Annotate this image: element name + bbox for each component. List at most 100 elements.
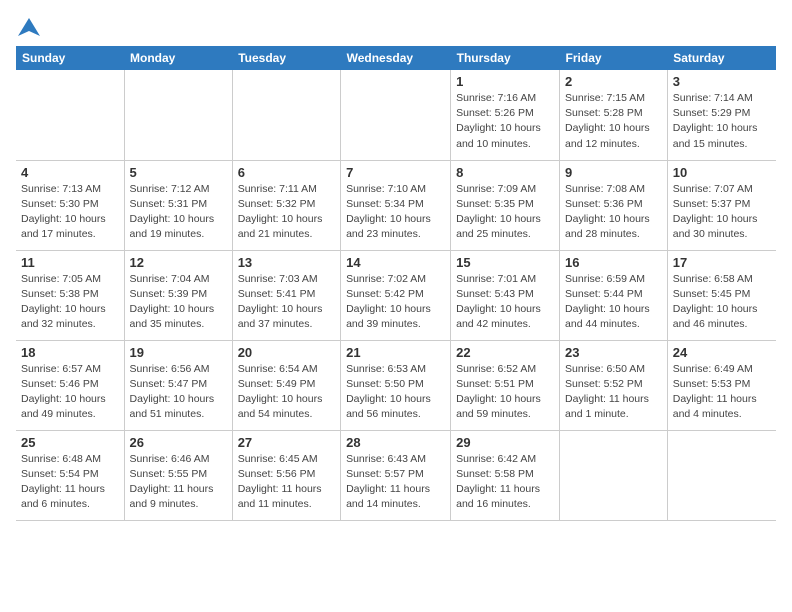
day-number: 2 (565, 74, 662, 89)
day-number: 9 (565, 165, 662, 180)
calendar-cell: 20 Sunrise: 6:54 AMSunset: 5:49 PMDayligh… (232, 340, 340, 430)
calendar-cell: 16 Sunrise: 6:59 AMSunset: 5:44 PMDayligh… (560, 250, 668, 340)
day-info: Sunrise: 7:04 AMSunset: 5:39 PMDaylight:… (130, 272, 227, 333)
calendar-cell: 19 Sunrise: 6:56 AMSunset: 5:47 PMDayligh… (124, 340, 232, 430)
day-number: 28 (346, 435, 445, 450)
calendar-table: SundayMondayTuesdayWednesdayThursdayFrid… (16, 46, 776, 521)
day-info: Sunrise: 7:14 AMSunset: 5:29 PMDaylight:… (673, 91, 771, 152)
day-info: Sunrise: 7:05 AMSunset: 5:38 PMDaylight:… (21, 272, 119, 333)
day-info: Sunrise: 7:10 AMSunset: 5:34 PMDaylight:… (346, 182, 445, 243)
day-number: 17 (673, 255, 771, 270)
day-number: 11 (21, 255, 119, 270)
day-info: Sunrise: 6:52 AMSunset: 5:51 PMDaylight:… (456, 362, 554, 423)
day-info: Sunrise: 7:08 AMSunset: 5:36 PMDaylight:… (565, 182, 662, 243)
day-info: Sunrise: 7:09 AMSunset: 5:35 PMDaylight:… (456, 182, 554, 243)
day-info: Sunrise: 7:03 AMSunset: 5:41 PMDaylight:… (238, 272, 335, 333)
calendar-cell: 27 Sunrise: 6:45 AMSunset: 5:56 PMDayligh… (232, 430, 340, 520)
day-info: Sunrise: 6:50 AMSunset: 5:52 PMDaylight:… (565, 362, 662, 423)
day-number: 29 (456, 435, 554, 450)
day-header-saturday: Saturday (667, 46, 776, 70)
day-number: 7 (346, 165, 445, 180)
day-header-wednesday: Wednesday (341, 46, 451, 70)
day-info: Sunrise: 6:45 AMSunset: 5:56 PMDaylight:… (238, 452, 335, 513)
day-info: Sunrise: 6:56 AMSunset: 5:47 PMDaylight:… (130, 362, 227, 423)
day-info: Sunrise: 7:01 AMSunset: 5:43 PMDaylight:… (456, 272, 554, 333)
day-header-sunday: Sunday (16, 46, 124, 70)
calendar-cell (560, 430, 668, 520)
calendar-cell: 4 Sunrise: 7:13 AMSunset: 5:30 PMDaylight… (16, 160, 124, 250)
day-info: Sunrise: 7:02 AMSunset: 5:42 PMDaylight:… (346, 272, 445, 333)
day-header-thursday: Thursday (451, 46, 560, 70)
calendar-cell (16, 70, 124, 160)
calendar-cell: 17 Sunrise: 6:58 AMSunset: 5:45 PMDayligh… (667, 250, 776, 340)
calendar-cell: 25 Sunrise: 6:48 AMSunset: 5:54 PMDayligh… (16, 430, 124, 520)
day-info: Sunrise: 6:46 AMSunset: 5:55 PMDaylight:… (130, 452, 227, 513)
calendar-cell (232, 70, 340, 160)
day-number: 27 (238, 435, 335, 450)
calendar-cell: 13 Sunrise: 7:03 AMSunset: 5:41 PMDayligh… (232, 250, 340, 340)
calendar-cell (124, 70, 232, 160)
day-number: 6 (238, 165, 335, 180)
day-info: Sunrise: 7:13 AMSunset: 5:30 PMDaylight:… (21, 182, 119, 243)
calendar-week-row: 18 Sunrise: 6:57 AMSunset: 5:46 PMDayligh… (16, 340, 776, 430)
calendar-week-row: 1 Sunrise: 7:16 AMSunset: 5:26 PMDaylight… (16, 70, 776, 160)
calendar-week-row: 11 Sunrise: 7:05 AMSunset: 5:38 PMDayligh… (16, 250, 776, 340)
day-number: 3 (673, 74, 771, 89)
day-number: 19 (130, 345, 227, 360)
day-number: 18 (21, 345, 119, 360)
calendar-header-row: SundayMondayTuesdayWednesdayThursdayFrid… (16, 46, 776, 70)
day-header-friday: Friday (560, 46, 668, 70)
calendar-cell: 24 Sunrise: 6:49 AMSunset: 5:53 PMDayligh… (667, 340, 776, 430)
day-header-monday: Monday (124, 46, 232, 70)
calendar-cell: 29 Sunrise: 6:42 AMSunset: 5:58 PMDayligh… (451, 430, 560, 520)
page-header (16, 16, 776, 34)
calendar-cell: 7 Sunrise: 7:10 AMSunset: 5:34 PMDaylight… (341, 160, 451, 250)
calendar-cell: 18 Sunrise: 6:57 AMSunset: 5:46 PMDayligh… (16, 340, 124, 430)
day-number: 26 (130, 435, 227, 450)
day-number: 25 (21, 435, 119, 450)
day-number: 22 (456, 345, 554, 360)
calendar-cell (667, 430, 776, 520)
calendar-cell: 26 Sunrise: 6:46 AMSunset: 5:55 PMDayligh… (124, 430, 232, 520)
day-info: Sunrise: 6:59 AMSunset: 5:44 PMDaylight:… (565, 272, 662, 333)
calendar-cell: 14Sunrise: 7:02 AMSunset: 5:42 PMDayligh… (341, 250, 451, 340)
day-number: 24 (673, 345, 771, 360)
calendar-cell: 2 Sunrise: 7:15 AMSunset: 5:28 PMDaylight… (560, 70, 668, 160)
logo (16, 16, 40, 34)
calendar-cell: 11 Sunrise: 7:05 AMSunset: 5:38 PMDayligh… (16, 250, 124, 340)
day-info: Sunrise: 6:43 AMSunset: 5:57 PMDaylight:… (346, 452, 445, 513)
day-info: Sunrise: 6:42 AMSunset: 5:58 PMDaylight:… (456, 452, 554, 513)
day-info: Sunrise: 6:54 AMSunset: 5:49 PMDaylight:… (238, 362, 335, 423)
day-number: 4 (21, 165, 119, 180)
day-info: Sunrise: 6:53 AMSunset: 5:50 PMDaylight:… (346, 362, 445, 423)
day-number: 8 (456, 165, 554, 180)
calendar-cell: 23Sunrise: 6:50 AMSunset: 5:52 PMDayligh… (560, 340, 668, 430)
calendar-cell: 21 Sunrise: 6:53 AMSunset: 5:50 PMDayligh… (341, 340, 451, 430)
calendar-cell: 6 Sunrise: 7:11 AMSunset: 5:32 PMDaylight… (232, 160, 340, 250)
day-number: 15 (456, 255, 554, 270)
day-info: Sunrise: 7:15 AMSunset: 5:28 PMDaylight:… (565, 91, 662, 152)
day-number: 21 (346, 345, 445, 360)
day-number: 10 (673, 165, 771, 180)
day-number: 20 (238, 345, 335, 360)
calendar-cell: 1 Sunrise: 7:16 AMSunset: 5:26 PMDaylight… (451, 70, 560, 160)
calendar-cell: 28 Sunrise: 6:43 AMSunset: 5:57 PMDayligh… (341, 430, 451, 520)
calendar-week-row: 4 Sunrise: 7:13 AMSunset: 5:30 PMDaylight… (16, 160, 776, 250)
calendar-cell: 5Sunrise: 7:12 AMSunset: 5:31 PMDaylight… (124, 160, 232, 250)
day-info: Sunrise: 7:11 AMSunset: 5:32 PMDaylight:… (238, 182, 335, 243)
day-header-tuesday: Tuesday (232, 46, 340, 70)
calendar-cell: 15 Sunrise: 7:01 AMSunset: 5:43 PMDayligh… (451, 250, 560, 340)
day-info: Sunrise: 6:58 AMSunset: 5:45 PMDaylight:… (673, 272, 771, 333)
day-info: Sunrise: 6:57 AMSunset: 5:46 PMDaylight:… (21, 362, 119, 423)
calendar-cell (341, 70, 451, 160)
calendar-cell: 3 Sunrise: 7:14 AMSunset: 5:29 PMDaylight… (667, 70, 776, 160)
day-number: 13 (238, 255, 335, 270)
day-info: Sunrise: 7:07 AMSunset: 5:37 PMDaylight:… (673, 182, 771, 243)
calendar-cell: 8 Sunrise: 7:09 AMSunset: 5:35 PMDaylight… (451, 160, 560, 250)
day-info: Sunrise: 6:48 AMSunset: 5:54 PMDaylight:… (21, 452, 119, 513)
day-info: Sunrise: 6:49 AMSunset: 5:53 PMDaylight:… (673, 362, 771, 423)
day-number: 1 (456, 74, 554, 89)
day-number: 16 (565, 255, 662, 270)
day-number: 12 (130, 255, 227, 270)
day-info: Sunrise: 7:16 AMSunset: 5:26 PMDaylight:… (456, 91, 554, 152)
